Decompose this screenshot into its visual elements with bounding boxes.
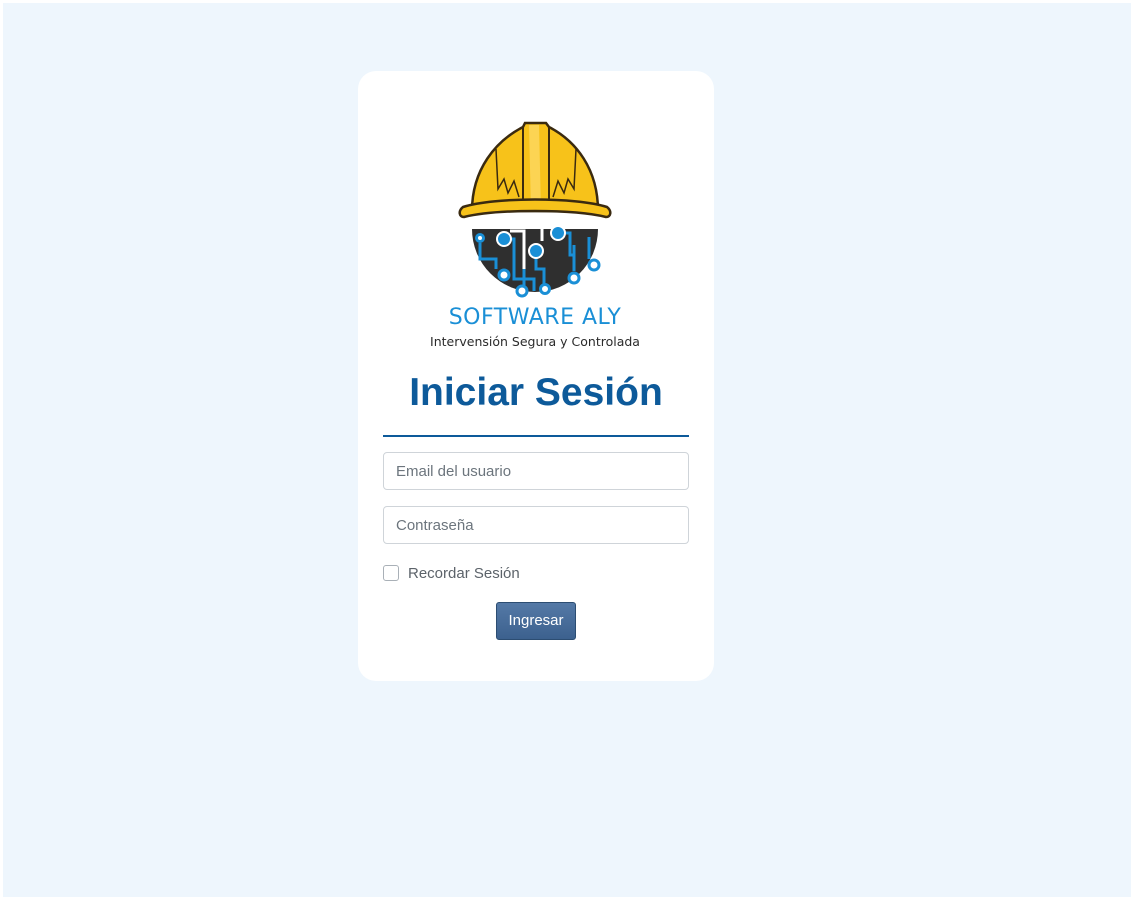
remember-session-checkbox[interactable] (383, 565, 399, 581)
email-field[interactable] (383, 452, 689, 490)
login-button[interactable]: Ingresar (496, 602, 576, 640)
page-title: Iniciar Sesión (409, 371, 663, 414)
brand-tagline: Intervensión Segura y Controlada (430, 334, 640, 349)
hard-hat-circuit-icon (458, 121, 612, 298)
title-divider (383, 435, 689, 437)
remember-session-row[interactable]: Recordar Sesión (383, 563, 520, 583)
password-field[interactable] (383, 506, 689, 544)
login-page: SOFTWARE ALY Intervensión Segura y Contr… (3, 3, 1131, 897)
brand-name: SOFTWARE ALY (448, 305, 622, 330)
remember-session-label[interactable]: Recordar Sesión (408, 565, 520, 582)
login-card: SOFTWARE ALY Intervensión Segura y Contr… (358, 71, 714, 681)
brand-logo: SOFTWARE ALY Intervensión Segura y Contr… (424, 119, 646, 355)
